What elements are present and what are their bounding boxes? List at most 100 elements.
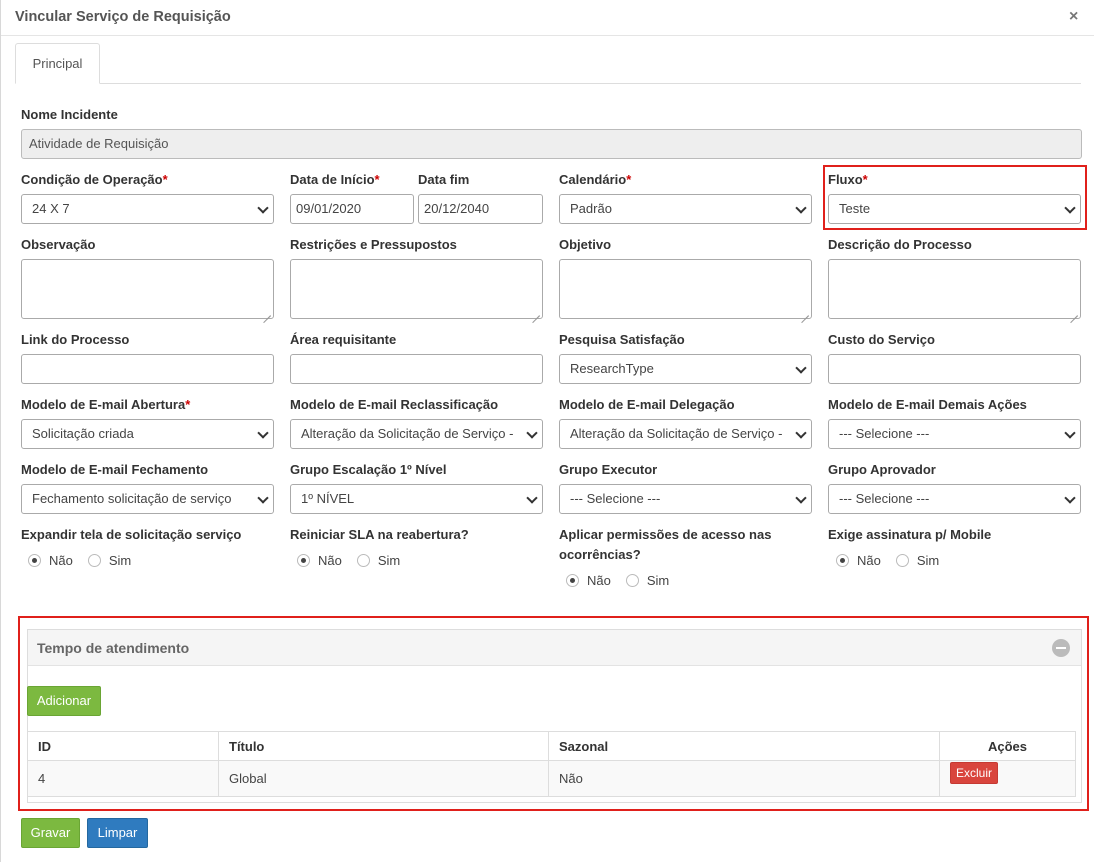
grupo-aprov-label: Grupo Aprovador	[828, 462, 936, 477]
chevron-down-icon	[257, 202, 269, 214]
email-fech-label: Modelo de E-mail Fechamento	[21, 462, 209, 477]
radio-label: Sim	[916, 552, 940, 568]
calendario-label: Calendário*	[559, 172, 632, 187]
aplicar-label-line2: ocorrências?	[559, 547, 641, 562]
aplicar-label-line1: Aplicar permissões de acesso nas	[559, 527, 772, 542]
tempo-panel-title: Tempo de atendimento	[37, 640, 190, 656]
assinatura-radio-group: Não Sim	[836, 551, 954, 569]
assinatura-radio-nao[interactable]	[836, 553, 849, 567]
radio-label: Não	[857, 552, 881, 568]
email-reclass-label: Modelo de E-mail Reclassificação	[290, 397, 499, 412]
col-acoes-header: Ações	[939, 731, 1076, 761]
data-inicio-field[interactable]: 09/01/2020	[290, 194, 414, 224]
reiniciar-radio-nao[interactable]	[297, 553, 310, 567]
radio-label: Não	[587, 572, 611, 588]
radio-label: Sim	[377, 552, 401, 568]
adicionar-button[interactable]: Adicionar	[27, 686, 101, 716]
tempo-panel-header: Tempo de atendimento	[28, 630, 1081, 666]
area-label: Área requisitante	[290, 332, 397, 347]
tab-principal[interactable]: Principal	[15, 43, 100, 84]
email-demais-select[interactable]: --- Selecione ---	[828, 419, 1081, 449]
collapse-minus-icon[interactable]	[1052, 639, 1070, 657]
resize-handle-icon[interactable]	[1070, 308, 1078, 316]
chevron-down-icon	[257, 427, 269, 439]
restricoes-textarea[interactable]	[290, 259, 543, 319]
tab-bar: Principal	[15, 43, 1081, 84]
resize-handle-icon[interactable]	[532, 308, 540, 316]
expandir-radio-sim[interactable]	[87, 553, 101, 567]
grupo-aprov-select[interactable]: --- Selecione ---	[828, 484, 1081, 514]
observacao-textarea[interactable]	[21, 259, 274, 319]
data-inicio-label: Data de Início*	[290, 172, 380, 187]
chevron-down-icon	[1064, 427, 1076, 439]
grupo-escal-label: Grupo Escalação 1º Nível	[290, 462, 447, 477]
reiniciar-label: Reiniciar SLA na reabertura?	[290, 527, 469, 542]
resize-handle-icon[interactable]	[801, 308, 809, 316]
data-fim-label: Data fim	[418, 172, 470, 187]
radio-label: Sim	[646, 572, 670, 588]
grupo-exec-select[interactable]: --- Selecione ---	[559, 484, 812, 514]
objetivo-label: Objetivo	[559, 237, 612, 252]
objetivo-textarea[interactable]	[559, 259, 812, 319]
assinatura-label: Exige assinatura p/ Mobile	[828, 527, 992, 542]
area-field[interactable]	[290, 354, 543, 384]
excluir-button[interactable]: Excluir	[950, 761, 998, 784]
grupo-escal-select[interactable]: 1º NÍVEL	[290, 484, 543, 514]
expandir-label: Expandir tela de solicitação serviço	[21, 527, 242, 542]
email-deleg-select[interactable]: Alteração da Solicitação de Serviço -	[559, 419, 812, 449]
email-demais-label: Modelo de E-mail Demais Ações	[828, 397, 1027, 412]
cell-titulo: Global	[218, 760, 549, 797]
chevron-down-icon	[526, 492, 538, 504]
chevron-down-icon	[526, 427, 538, 439]
chevron-down-icon	[795, 492, 807, 504]
cell-id: 4	[27, 760, 219, 797]
chevron-down-icon	[257, 492, 269, 504]
email-reclass-select[interactable]: Alteração da Solicitação de Serviço -	[290, 419, 543, 449]
chevron-down-icon	[795, 427, 807, 439]
custo-label: Custo do Serviço	[828, 332, 935, 347]
descricao-label: Descrição do Processo	[828, 237, 972, 252]
col-sazonal-header: Sazonal	[548, 731, 940, 761]
grupo-exec-label: Grupo Executor	[559, 462, 658, 477]
email-abertura-select[interactable]: Solicitação criada	[21, 419, 274, 449]
chevron-down-icon	[1064, 492, 1076, 504]
email-abertura-label: Modelo de E-mail Abertura*	[21, 397, 191, 412]
table-header-row: ID Título Sazonal Ações	[27, 731, 1076, 761]
col-titulo-header: Título	[218, 731, 549, 761]
data-fim-field[interactable]: 20/12/2040	[418, 194, 543, 224]
limpar-button[interactable]: Limpar	[87, 818, 148, 848]
tempo-table: ID Título Sazonal Ações 4 Global Não Exc…	[27, 731, 1076, 797]
condicao-select[interactable]: 24 X 7	[21, 194, 274, 224]
email-deleg-label: Modelo de E-mail Delegação	[559, 397, 735, 412]
modal-title: Vincular Serviço de Requisição	[15, 9, 231, 25]
modal-dialog: Vincular Serviço de Requisição × Princip…	[0, 0, 1094, 862]
reiniciar-radio-sim[interactable]	[356, 553, 370, 567]
table-row: 4 Global Não Excluir	[27, 760, 1076, 797]
pesquisa-select[interactable]: ResearchType	[559, 354, 812, 384]
chevron-down-icon	[795, 362, 807, 374]
custo-field[interactable]	[828, 354, 1081, 384]
calendario-select[interactable]: Padrão	[559, 194, 812, 224]
expandir-radio-group: Não Sim	[28, 551, 146, 569]
link-field[interactable]	[21, 354, 274, 384]
gravar-button[interactable]: Gravar	[21, 818, 80, 848]
radio-label: Não	[318, 552, 342, 568]
cell-sazonal: Não	[548, 760, 940, 797]
close-icon[interactable]: ×	[1069, 8, 1078, 26]
chevron-down-icon	[795, 202, 807, 214]
pesquisa-label: Pesquisa Satisfação	[559, 332, 685, 347]
fluxo-highlight-box	[823, 165, 1087, 230]
email-fech-select[interactable]: Fechamento solicitação de serviço	[21, 484, 274, 514]
restricoes-label: Restrições e Pressupostos	[290, 237, 457, 252]
resize-handle-icon[interactable]	[263, 308, 271, 316]
col-id-header: ID	[27, 731, 219, 761]
nome-incidente-field[interactable]: Atividade de Requisição	[21, 129, 1082, 159]
descricao-textarea[interactable]	[828, 259, 1081, 319]
radio-label: Não	[49, 552, 73, 568]
modal-header: Vincular Serviço de Requisição ×	[1, 0, 1094, 36]
reiniciar-radio-group: Não Sim	[297, 551, 415, 569]
assinatura-radio-sim[interactable]	[895, 553, 909, 567]
aplicar-radio-nao[interactable]	[566, 573, 579, 587]
aplicar-radio-sim[interactable]	[625, 573, 639, 587]
expandir-radio-nao[interactable]	[28, 553, 41, 567]
